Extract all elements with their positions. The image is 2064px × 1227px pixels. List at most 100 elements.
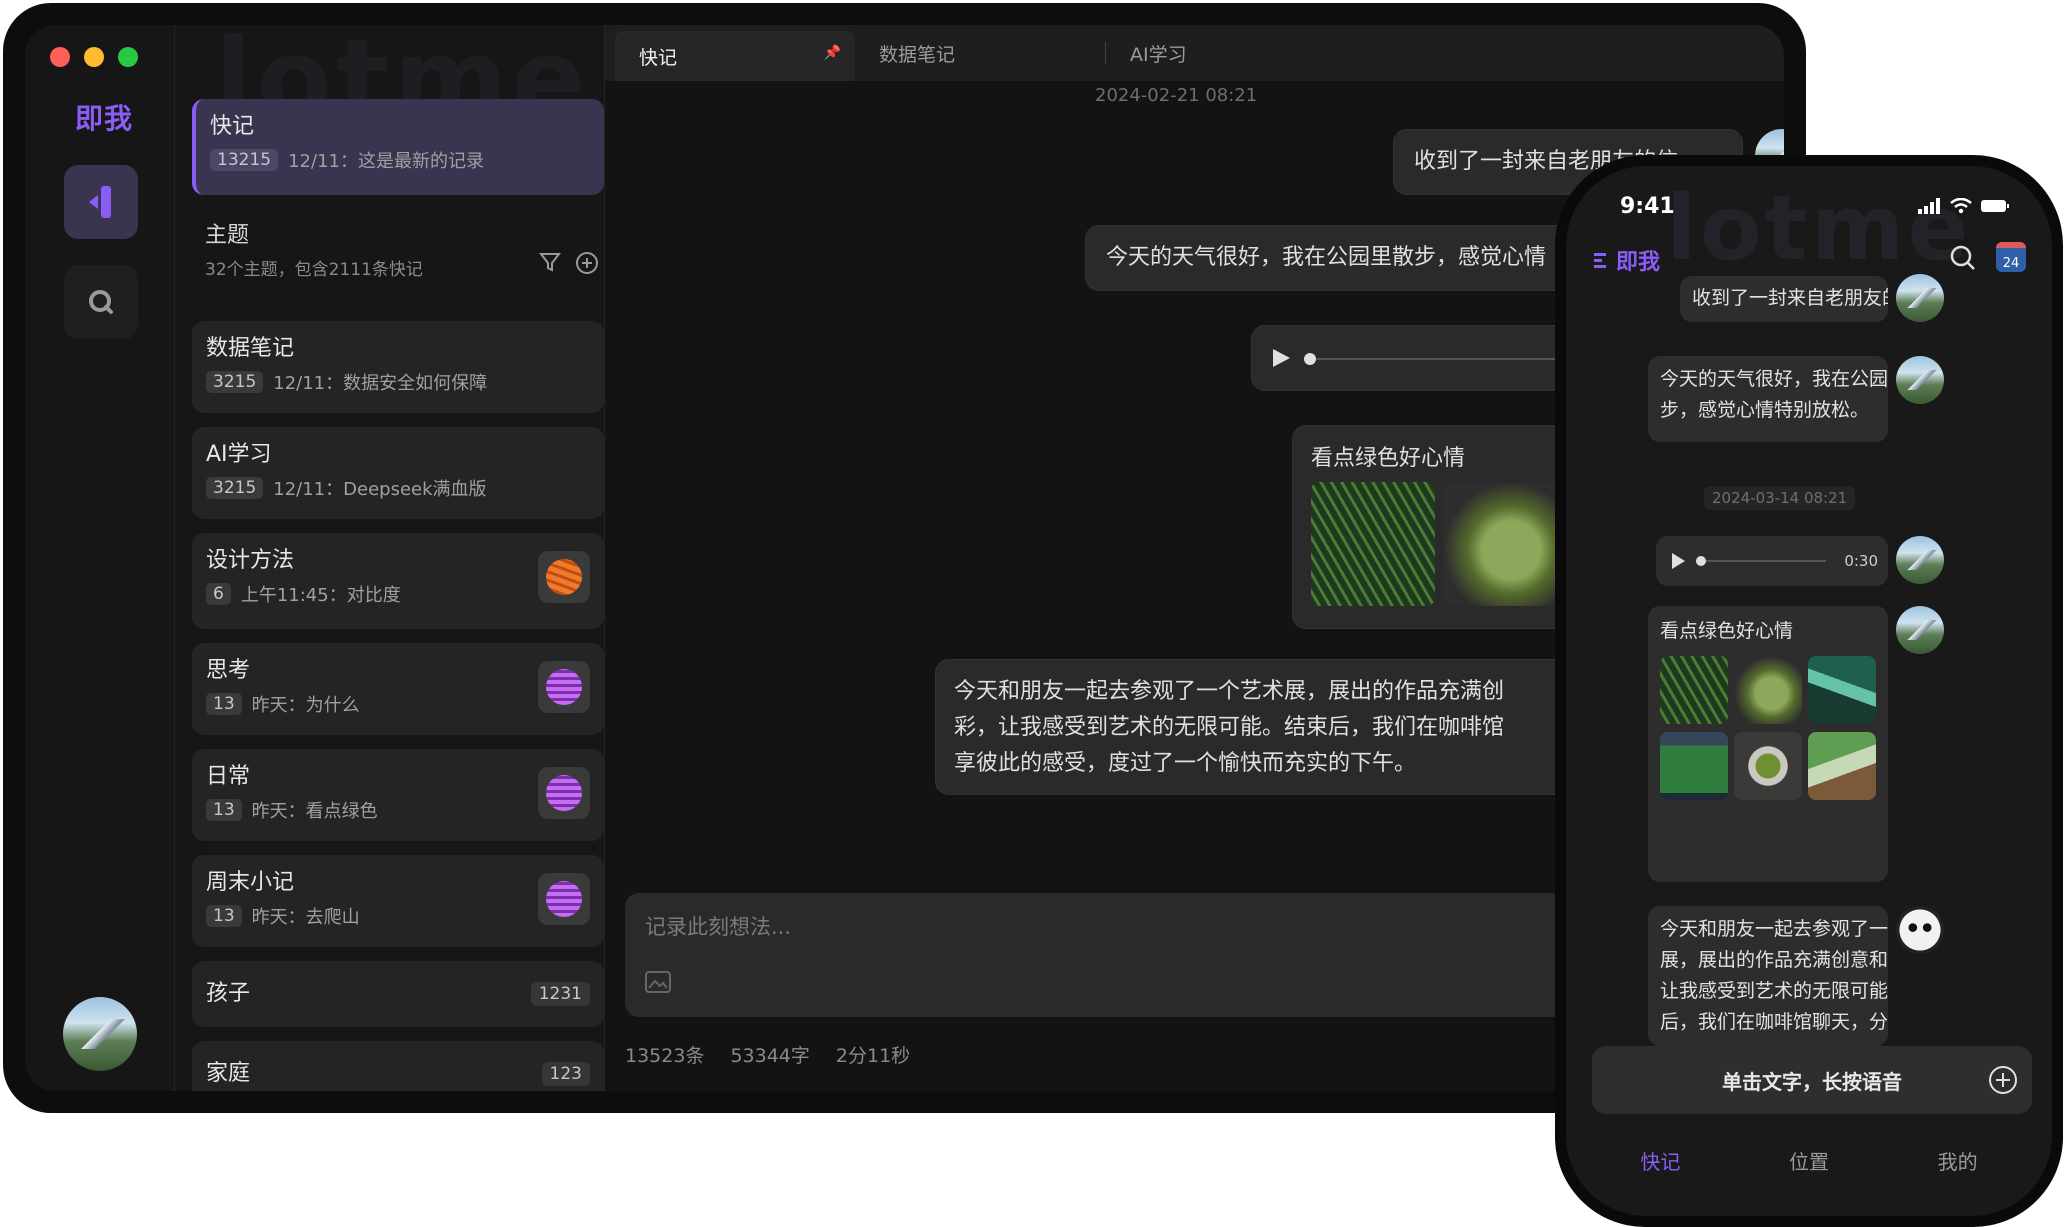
notebook-preview: 12/11：这是最新的记录 (288, 151, 484, 172)
notes-nav-button[interactable] (64, 165, 138, 239)
audio-duration: 0:30 (1844, 552, 1878, 570)
notebook-preview: 昨天：去爬山 (251, 907, 360, 928)
nav-quick[interactable]: 快记 (1640, 1146, 1680, 1175)
brand-watermark: lotme (1666, 176, 1972, 281)
notebook-data-notes[interactable]: 数据笔记 3215 12/11：数据安全如何保障 (192, 321, 604, 413)
note-input[interactable]: 记录此刻想法... (625, 893, 1655, 1017)
notebook-daily[interactable]: 日常 13 昨天：看点绿色 (192, 749, 604, 841)
calendar-icon[interactable]: 24 (1996, 242, 2026, 272)
nav-rail: 即我 (25, 25, 175, 1091)
input-placeholder: 记录此刻想法... (645, 915, 792, 939)
notebook-cover (538, 873, 590, 925)
matcha-cake-photo[interactable] (1734, 656, 1802, 724)
orange-ball-icon (546, 559, 582, 595)
menu-icon (1594, 253, 1606, 268)
green-light-photo[interactable] (1808, 656, 1876, 724)
notebook-preview: 12/11：Deepseek满血版 (273, 479, 487, 500)
notebook-cover (538, 767, 590, 819)
voice-text-input-bar[interactable]: 单击文字，长按语音 (1592, 1046, 2032, 1114)
tab-label: 数据笔记 (879, 43, 956, 66)
window-controls (50, 47, 138, 67)
nav-location[interactable]: 位置 (1789, 1146, 1829, 1175)
audio-scrubber[interactable] (1696, 556, 1706, 566)
nav-me[interactable]: 我的 (1938, 1146, 1978, 1175)
phone-screen: lotme 9:41 即我 24 收到了一封来自老朋友的信 今天的天气很好，我在… (1566, 166, 2052, 1216)
notebook-quick[interactable]: 快记 13215 12/11：这是最新的记录 (192, 99, 604, 195)
status-time: 9:41 (1620, 194, 1675, 219)
filter-icon[interactable] (539, 251, 561, 273)
notebook-title: 思考 (206, 658, 251, 683)
fern-photo[interactable] (1311, 482, 1435, 606)
message-line: 步，感觉心情特别放松。 (1660, 399, 1870, 421)
message-bubble[interactable]: 收到了一封来自老朋友的信 (1680, 276, 1888, 322)
close-window-button[interactable] (50, 47, 70, 67)
search-nav-button[interactable] (64, 265, 138, 339)
audio-scrubber[interactable] (1304, 353, 1316, 365)
notebook-thinking[interactable]: 思考 13 昨天：为什么 (192, 643, 604, 735)
notebook-preview: 12/11：数据安全如何保障 (273, 373, 488, 394)
tab-data-notes[interactable]: 数据笔记 (855, 25, 1105, 81)
user-avatar[interactable] (63, 997, 137, 1071)
notebook-weekend[interactable]: 周末小记 13 昨天：去爬山 (192, 855, 604, 947)
maximize-window-button[interactable] (118, 47, 138, 67)
notebook-preview: 昨天：为什么 (251, 695, 360, 716)
notes-icon (89, 186, 111, 218)
message-avatar (1896, 274, 1944, 322)
image-message[interactable]: 看点绿色好心情 (1648, 606, 1888, 882)
note-count-badge: 3215 (206, 371, 264, 393)
matcha-icecream-photo[interactable] (1808, 732, 1876, 800)
phone-device: lotme 9:41 即我 24 收到了一封来自老朋友的信 今天的天气很好，我在… (1555, 155, 2063, 1227)
message-avatar (1896, 356, 1944, 404)
tab-quick[interactable]: 快记 📌 (615, 31, 855, 81)
message-line: 彩，让我感受到艺术的无限可能。结束后，我们在咖啡馆 (954, 715, 1505, 740)
play-icon[interactable] (1270, 347, 1292, 369)
duration: 2分11秒 (835, 1045, 911, 1067)
minimize-window-button[interactable] (84, 47, 104, 67)
matcha-jar-photo[interactable] (1660, 732, 1728, 800)
notebook-cover (538, 551, 590, 603)
play-icon[interactable] (1670, 552, 1686, 570)
message-bubble[interactable]: 今天的天气很好，我在公园里散 步，感觉心情特别放松。 (1648, 356, 1888, 442)
app-logo: 即我 (75, 102, 134, 135)
audio-message[interactable]: 0:30 (1656, 536, 1888, 586)
themes-header: 主题 32个主题，包含2111条快记 (205, 217, 605, 280)
app-logo[interactable]: 即我 (1594, 244, 1660, 276)
stats-bar: 13523条 53344字 2分11秒 (625, 1041, 910, 1068)
notebook-family[interactable]: 家庭 123 (192, 1041, 604, 1091)
notebook-title: 设计方法 (206, 548, 295, 573)
char-count: 53344字 (730, 1045, 810, 1067)
notebook-design-methods[interactable]: 设计方法 6 上午11:45：对比度 (192, 533, 604, 629)
search-icon[interactable] (1949, 244, 1977, 272)
tab-ai-learning[interactable]: AI学习 (1106, 25, 1306, 81)
desktop-window: 即我 lotme 快记 13215 12/11：这是最新的记录 主题 32个主题，… (25, 25, 1784, 1091)
image-message-title: 看点绿色好心情 (1660, 620, 1794, 642)
note-count-badge: 13 (206, 693, 242, 715)
tab-bar: 快记 📌 数据笔记 AI学习 (605, 25, 1784, 81)
note-count-badge: 6 (206, 583, 231, 605)
record-count: 13523条 (625, 1045, 705, 1067)
note-count-badge: 1231 (530, 982, 590, 1006)
notebook-ai-learning[interactable]: AI学习 3215 12/11：Deepseek满血版 (192, 427, 604, 519)
purple-ball-icon (546, 881, 582, 917)
message-line: 后，我们在咖啡馆聊天，分享彼此 (1660, 1011, 1888, 1033)
message-bubble[interactable]: 今天和朋友一起去参观了一个艺术展，展出的作品充满创 彩，让我感受到艺术的无限可能… (935, 659, 1655, 795)
notebook-title: 家庭 (206, 1061, 251, 1086)
themes-title: 主题 (205, 223, 250, 248)
notebook-title: 快记 (210, 114, 255, 139)
note-count-badge: 123 (541, 1062, 590, 1086)
notebook-title: 日常 (206, 764, 251, 789)
pin-icon[interactable]: 📌 (824, 45, 841, 61)
battery-icon (1981, 200, 2009, 212)
audio-track (1706, 560, 1826, 562)
signal-icon (1918, 198, 1940, 214)
matcha-bowl-photo[interactable] (1734, 732, 1802, 800)
add-icon[interactable] (1988, 1065, 2018, 1095)
add-theme-icon[interactable] (575, 251, 599, 275)
notebook-kids[interactable]: 孩子 1231 (192, 961, 604, 1027)
app-name: 即我 (1616, 250, 1661, 275)
message-bubble[interactable]: 今天和朋友一起去参观了一个艺术 展，展出的作品充满创意和色彩， 让我感受到艺术的… (1648, 906, 1888, 1046)
wifi-icon (1950, 198, 1972, 214)
image-attach-icon[interactable] (645, 971, 671, 993)
fern-photo[interactable] (1660, 656, 1728, 724)
matcha-cake-photo[interactable] (1443, 482, 1567, 606)
